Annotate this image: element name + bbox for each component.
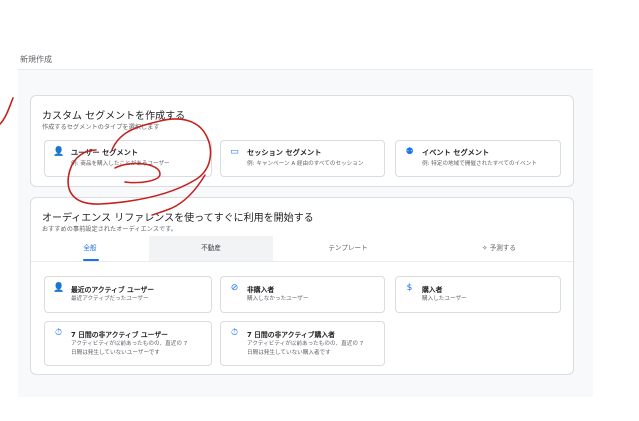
custom-segment-subtitle: 作成するセグメントのタイプを選択します [42,124,160,131]
audience-item-desc: 最近アクティブだったユーザー [71,296,149,302]
no-purchase-icon: ⊘ [230,283,239,293]
timer-icon: ⏱ [230,328,239,338]
audience-7day-inactive-purchasers[interactable]: ⏱ 7 日間の非アクティブ購入者 アクティビティが以前あったものの、直近の 7 … [220,321,385,366]
event-icon: ⚉ [405,147,414,157]
session-icon: ▭ [230,147,239,157]
person-icon: 👤 [53,283,65,293]
user-segment-title: ユーザー セグメント [71,148,139,157]
audience-title: オーディエンス リファレンスを使ってすぐに利用を開始する [42,213,314,224]
page-title: 新規作成 [20,55,52,64]
active-tab-indicator [83,259,99,261]
session-segment-button[interactable]: ▭ セッション セグメント 例: キャンペーン A 経由のすべてのセッション [220,140,385,177]
segment-builder-page: 新規作成 カスタム セグメントを作成する 作成するセグメントのタイプを選択します… [18,52,593,397]
audience-item-desc: 購入したユーザー [422,296,467,302]
audience-item-title: 最近のアクティブ ユーザー [71,286,155,294]
audience-item-title: 7 日間の非アクティブ ユーザー [71,331,168,339]
audience-item-desc: 購入しなかったユーザー [247,296,309,302]
event-segment-button[interactable]: ⚉ イベント セグメント 例: 特定の地域で開催されたすべてのイベント [395,140,561,177]
audience-item-title: 非購入者 [247,286,275,294]
audience-tabs: 全般 不動産 テンプレート ✧ 予測する [31,236,575,262]
audience-item-desc: アクティビティが以前あったものの、直近の 7 [247,341,364,347]
audience-item-title: 7 日間の非アクティブ購入者 [247,331,335,339]
custom-segment-title: カスタム セグメントを作成する [42,111,186,122]
event-segment-title: イベント セグメント [422,148,490,157]
person-icon: 👤 [53,147,65,157]
audience-item-desc-line2: 日間は発生していないユーザーです [71,350,160,356]
audience-7day-inactive-users[interactable]: ⏱ 7 日間の非アクティブ ユーザー アクティビティが以前あったものの、直近の … [44,321,212,366]
audience-item-title: 購入者 [422,286,443,294]
audience-item-desc-line2: 日間は発生していない購入者です [247,350,331,356]
audience-non-purchasers[interactable]: ⊘ 非購入者 購入しなかったユーザー [220,276,385,313]
timer-icon: ⏱ [54,328,63,338]
user-segment-desc: 例: 商品を購入したことがあるユーザー [71,161,170,167]
event-segment-desc: 例: 特定の地域で開催されたすべてのイベント [422,161,537,167]
session-segment-desc: 例: キャンペーン A 経由のすべてのセッション [247,161,364,167]
tab-predictive-label: 予測する [489,244,516,252]
annotation-circle-stroke [0,97,14,125]
audience-purchasers[interactable]: $ 購入者 購入したユーザー [395,276,561,313]
audience-subtitle: おすすめの事前設定されたオーディエンスです。 [42,226,177,233]
sparkle-icon: ✧ [481,244,488,252]
audience-item-desc: アクティビティが以前あったものの、直近の 7 [71,341,188,347]
tab-templates[interactable]: テンプレート [273,236,423,261]
user-segment-button[interactable]: 👤 ユーザー セグメント 例: 商品を購入したことがあるユーザー [44,140,212,177]
session-segment-title: セッション セグメント [247,148,322,157]
tab-predictive[interactable]: ✧ 予測する [423,236,575,261]
tab-real-estate[interactable]: 不動産 [149,236,273,261]
top-bar: 新規作成 [18,52,593,70]
tab-general[interactable]: 全般 [31,236,149,261]
audience-recent-active-users[interactable]: 👤 最近のアクティブ ユーザー 最近アクティブだったユーザー [44,276,212,313]
dollar-icon: $ [406,283,413,293]
audience-reference-card: オーディエンス リファレンスを使ってすぐに利用を開始する おすすめの事前設定され… [30,197,575,375]
custom-segment-card: カスタム セグメントを作成する 作成するセグメントのタイプを選択します 👤 ユー… [30,95,574,187]
